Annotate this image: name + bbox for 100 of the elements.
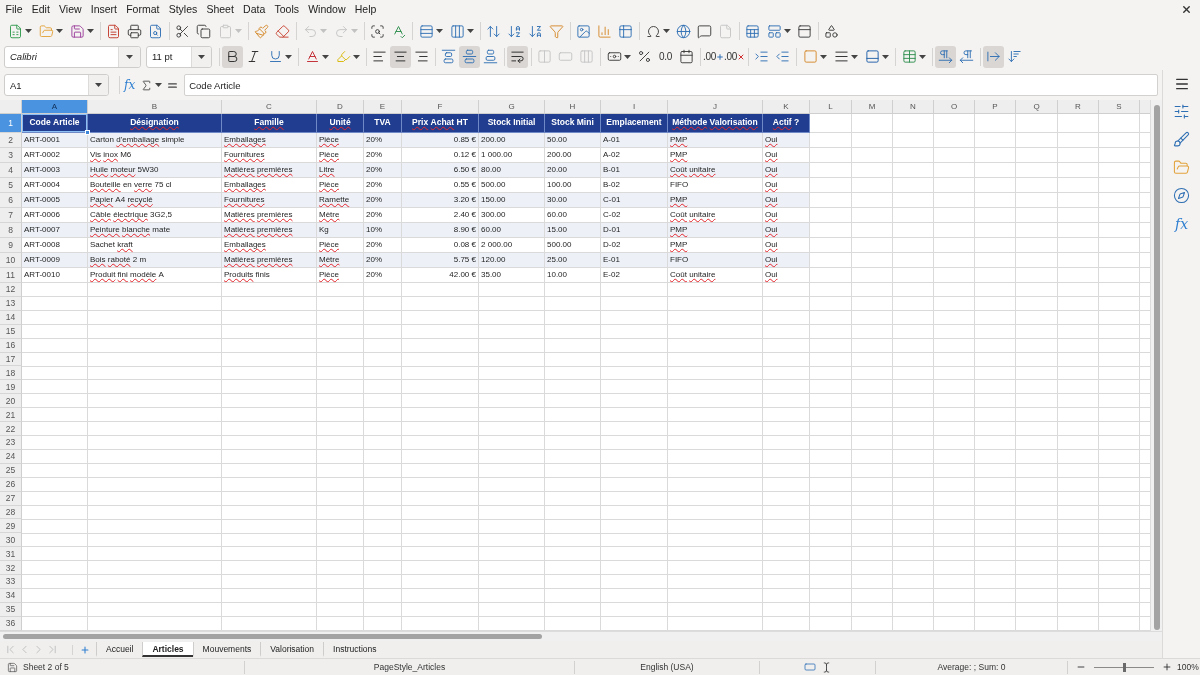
scrollbar-thumb[interactable] (1154, 105, 1160, 630)
row-header[interactable]: 18 (0, 366, 22, 381)
table-cell: Oui (763, 223, 810, 238)
name-box-dropdown[interactable] (88, 75, 108, 95)
row-header[interactable]: 19 (0, 380, 22, 395)
sheet-icon (745, 23, 760, 39)
row-header[interactable]: 11 (0, 268, 22, 283)
close-icon[interactable] (1181, 4, 1192, 15)
number-format-button[interactable]: 0.0 (655, 45, 676, 68)
table-cell: Oui (763, 163, 810, 178)
row-header[interactable]: 30 (0, 533, 22, 548)
paintbrush-icon (254, 23, 269, 39)
italic-icon (246, 49, 261, 64)
text-direction-button[interactable] (983, 45, 1004, 68)
brush-icon[interactable] (1173, 131, 1190, 148)
row-header[interactable]: 12 (0, 283, 22, 297)
column-header[interactable]: A (22, 100, 88, 113)
sheet-tab[interactable]: Instructions (323, 642, 386, 657)
formula-input[interactable]: Code Article (184, 74, 1159, 96)
font-name-field[interactable]: Calibri (4, 45, 141, 68)
table-cell: Oui (763, 193, 810, 208)
folder-icon[interactable] (1173, 159, 1190, 176)
row-header[interactable]: 33 (0, 575, 22, 589)
font-size-dropdown[interactable] (191, 46, 211, 67)
font-name-dropdown[interactable] (118, 46, 140, 67)
align-center-button[interactable] (390, 45, 411, 68)
row-header[interactable]: 21 (0, 408, 22, 423)
menu-item[interactable]: Insert (86, 0, 122, 19)
document-magnifier-icon (148, 23, 163, 39)
row-header[interactable]: 3 (0, 148, 22, 163)
plus-icon (716, 52, 724, 61)
spellcheck-icon (391, 23, 406, 39)
menu-item[interactable]: Sheet (201, 0, 239, 19)
row-header[interactable]: 29 (0, 519, 22, 534)
row-header[interactable]: 2 (0, 133, 22, 148)
add-sheet-icon[interactable] (79, 644, 90, 655)
font-size-field[interactable]: 11 pt (146, 45, 212, 68)
table-cell: Kg (317, 223, 364, 238)
menu-item[interactable]: Tools (269, 0, 304, 19)
scissors-icon (175, 23, 190, 39)
zoom-in-icon[interactable] (1162, 662, 1172, 672)
row-header[interactable]: 20 (0, 394, 22, 409)
rectangle-icon[interactable] (803, 661, 816, 673)
menu-item[interactable]: Format (121, 0, 165, 19)
caret-icon (783, 29, 791, 33)
table-cell: 20% (364, 163, 402, 178)
menu-item[interactable]: View (54, 0, 87, 19)
caret-icon (55, 29, 63, 33)
row-header[interactable]: 32 (0, 561, 22, 576)
menu-item[interactable]: Edit (27, 0, 55, 19)
scrollbar-thumb[interactable] (3, 634, 542, 639)
caret-icon (623, 54, 631, 59)
zoom-slider-thumb[interactable] (1123, 662, 1126, 672)
caret-icon (234, 29, 242, 33)
function-wizard-button[interactable]: fx (119, 76, 136, 94)
row-header[interactable]: 4 (0, 163, 22, 178)
align-right-icon (414, 49, 429, 64)
row-header[interactable]: 8 (0, 223, 22, 238)
redo-icon (333, 23, 349, 39)
clipboard-icon (217, 23, 233, 39)
functions-button[interactable]: fx (1174, 215, 1189, 233)
page-icon (718, 23, 733, 39)
menu-icon[interactable] (1173, 76, 1190, 92)
wrap-text-icon (510, 49, 525, 64)
menu-item[interactable]: Styles (164, 0, 202, 19)
sliders-icon[interactable] (1173, 103, 1190, 120)
name-box[interactable]: A1 (4, 74, 109, 96)
table-cell: PMP (668, 223, 763, 238)
add-decimal-button[interactable]: .00 (703, 45, 724, 68)
table-cell: ART-0001 (22, 133, 88, 148)
row-header[interactable]: 6 (0, 193, 22, 208)
menu-item[interactable]: Help (350, 0, 381, 19)
sheet-tab[interactable]: Valorisation (260, 642, 324, 657)
align-middle-button[interactable] (459, 45, 480, 68)
compass-icon[interactable] (1173, 187, 1190, 204)
caret-icon (198, 54, 205, 59)
menu-item[interactable]: File (1, 0, 28, 19)
row-header[interactable]: 7 (0, 208, 22, 223)
table-cell: 30.00 (545, 193, 601, 208)
menu-item[interactable]: Window (303, 0, 351, 19)
wrap-text-button[interactable] (507, 45, 528, 68)
row-header[interactable]: 5 (0, 178, 22, 193)
table-cell: Ramette (317, 193, 364, 208)
indent-icon (754, 49, 769, 64)
row-header[interactable]: 9 (0, 238, 22, 253)
table-cell: Litre (317, 163, 364, 178)
delete-decimal-button[interactable]: .00 (724, 45, 745, 68)
header-cell: TVA (364, 114, 402, 133)
row-header[interactable]: 22 (0, 422, 22, 436)
panel-layout-icon (766, 23, 782, 39)
row-header[interactable]: 10 (0, 253, 22, 268)
fill-handle-icon[interactable] (85, 130, 90, 135)
row-header[interactable]: 31 (0, 547, 22, 562)
left-to-right-button[interactable] (935, 45, 956, 68)
bold-button[interactable] (222, 45, 243, 68)
sheet-tab[interactable]: Mouvements (192, 642, 261, 657)
caret-icon (819, 54, 827, 59)
sheet-tab[interactable]: Articles (142, 642, 193, 657)
caret-icon (95, 83, 102, 87)
menu-item[interactable]: Data (238, 0, 270, 19)
